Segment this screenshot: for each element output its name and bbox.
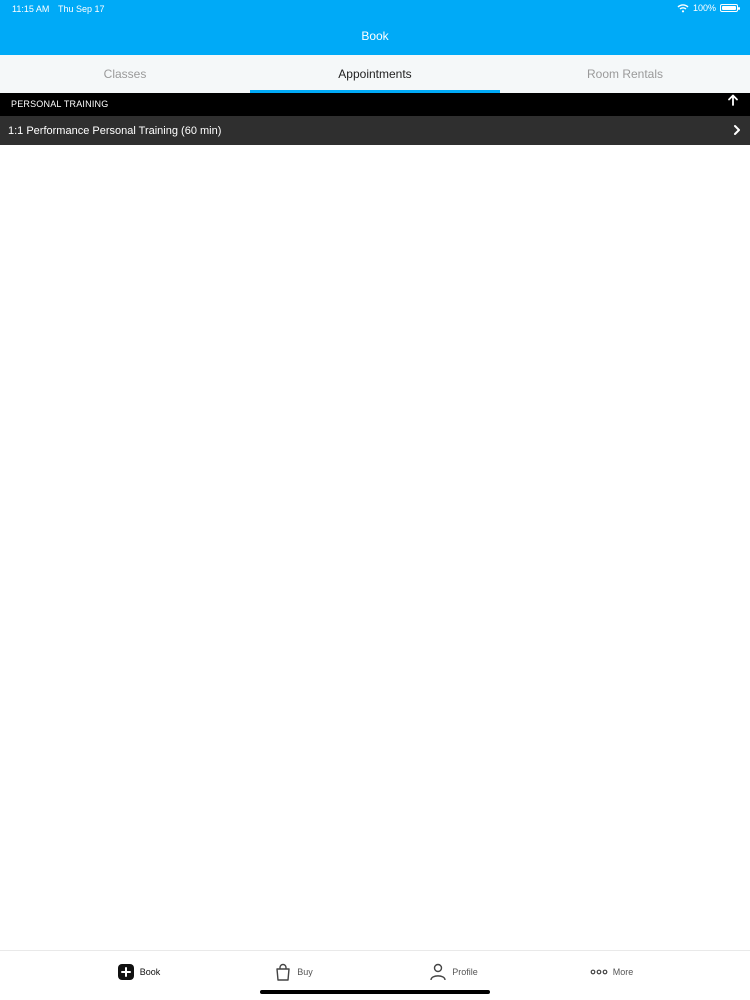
shopping-bag-icon (276, 963, 290, 981)
tab-room-rentals[interactable]: Room Rentals (500, 55, 750, 93)
tab-classes[interactable]: Classes (0, 55, 250, 93)
section-title: PERSONAL TRAINING (11, 99, 109, 109)
list-item[interactable]: 1:1 Performance Personal Training (60 mi… (0, 116, 750, 145)
app-header: 11:15 AM Thu Sep 17 100% Book (0, 0, 750, 55)
arrow-up-icon[interactable] (727, 94, 739, 106)
booking-tabs: Classes Appointments Room Rentals (0, 55, 750, 93)
tabbar-label-buy: Buy (297, 967, 313, 977)
page-title: Book (361, 29, 389, 43)
more-dots-icon (590, 969, 608, 975)
status-date: Thu Sep 17 (58, 4, 105, 14)
battery-icon (720, 4, 740, 12)
tabbar-label-book: Book (139, 967, 161, 977)
chevron-right-icon (734, 125, 740, 135)
section-header: PERSONAL TRAINING (0, 93, 750, 116)
list-item-label: 1:1 Performance Personal Training (60 mi… (8, 124, 222, 137)
plus-square-icon (117, 964, 134, 980)
status-indicators: 100% (677, 3, 740, 13)
person-icon (430, 963, 446, 981)
tab-appointments[interactable]: Appointments (250, 55, 500, 93)
status-time: 11:15 AM (12, 4, 50, 14)
tabbar-label-profile: Profile (452, 967, 478, 977)
tabbar-item-more[interactable]: More (518, 951, 705, 993)
tabbar-item-buy[interactable]: Buy (200, 951, 387, 993)
wifi-icon (677, 4, 689, 13)
home-indicator (260, 990, 490, 994)
tabbar-label-more: More (612, 967, 634, 977)
bottom-tab-bar: Book Buy Profile More (0, 950, 750, 1000)
battery-percent: 100% (692, 3, 716, 13)
